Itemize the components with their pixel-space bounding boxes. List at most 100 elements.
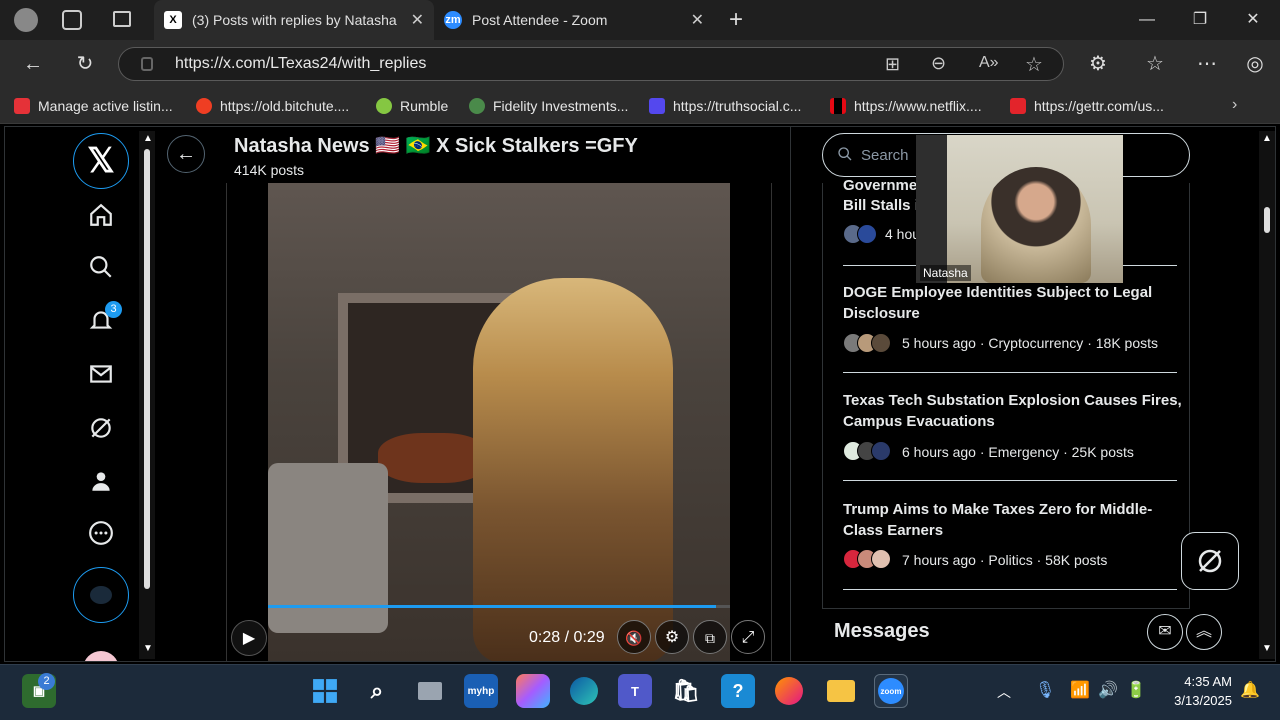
read-aloud-icon[interactable]: A» [979, 54, 999, 72]
copilot-taskbar-icon[interactable] [516, 674, 550, 708]
bookmark-bitchute[interactable]: https://old.bitchute.... [196, 96, 349, 116]
bookmark-fidelity[interactable]: Fidelity Investments... [469, 96, 628, 116]
more-options-icon[interactable] [88, 520, 114, 546]
new-tab-icon[interactable]: + [729, 6, 743, 34]
restore-icon[interactable]: ❐ [1185, 8, 1215, 32]
grok-icon[interactable] [88, 415, 114, 441]
bookmark-rumble[interactable]: Rumble [376, 96, 448, 116]
task-view-icon[interactable] [413, 674, 447, 708]
firefox-icon[interactable] [772, 674, 806, 708]
account-avatar[interactable] [83, 651, 119, 661]
messages-drawer-title[interactable]: Messages [834, 620, 930, 643]
grok-float-button[interactable] [1181, 532, 1239, 590]
tab-close-icon[interactable]: ✕ [691, 10, 704, 30]
myhp-icon[interactable]: myhp [464, 674, 498, 708]
settings-icon[interactable]: ⚙ [655, 620, 689, 654]
right-scrollbar[interactable]: ▲ ▼ [1259, 131, 1275, 659]
trend-title-1b[interactable]: Bill Stalls i [843, 195, 923, 216]
browser-tab-bar: X (3) Posts with replies by Natasha ✕ zm… [0, 0, 1280, 40]
messages-icon[interactable] [88, 361, 114, 387]
address-input[interactable]: https://x.com/LTexas24/with_replies ⊞ ⊖ … [118, 47, 1064, 81]
zoom-out-icon[interactable]: ⊖ [931, 53, 946, 74]
bookmark-gettr[interactable]: https://gettr.com/us... [1010, 96, 1164, 116]
bookmarks-overflow-icon[interactable]: › [1232, 96, 1237, 114]
x-page: 𝕏 3 ▲ ▼ ← Natasha News 🇺🇸 🇧🇷 X Sick Stal… [4, 126, 1276, 662]
tray-overflow-icon[interactable]: ︿ [997, 682, 1011, 702]
back-icon[interactable]: ← [20, 52, 46, 76]
back-button[interactable]: ← [167, 135, 205, 173]
trend-meta-2: 5 hours ago · Cryptocurrency · 18K posts [902, 335, 1159, 351]
volume-icon[interactable]: 🔊 [1098, 680, 1118, 700]
start-icon[interactable] [308, 674, 342, 708]
bookmark-netflix[interactable]: https://www.netflix.... [830, 96, 982, 116]
video-progress-track[interactable] [268, 605, 730, 608]
tab-zoom[interactable]: zm Post Attendee - Zoom ✕ [434, 0, 714, 40]
video-player[interactable] [268, 183, 730, 661]
trend-avatars [843, 441, 891, 461]
widgets-badge: 2 [38, 673, 55, 690]
tab-x-posts[interactable]: X (3) Posts with replies by Natasha ✕ [154, 0, 434, 40]
close-window-icon[interactable]: ✕ [1238, 8, 1268, 32]
file-explorer-icon[interactable] [824, 674, 858, 708]
x-favicon-icon: X [164, 11, 182, 29]
compose-icon [90, 586, 112, 604]
extensions-icon[interactable]: ⚙ [1085, 52, 1111, 76]
workspaces-icon[interactable] [62, 10, 82, 30]
fullscreen-icon[interactable]: ⤢ [731, 620, 765, 654]
rumble-icon [376, 98, 392, 114]
trend-title-4[interactable]: Trump Aims to Make Taxes Zero for Middle… [843, 499, 1183, 541]
notification-badge: 3 [105, 301, 122, 318]
apps-icon[interactable]: ⊞ [885, 54, 900, 75]
microphone-icon[interactable]: 🎙 [1035, 680, 1055, 700]
minimize-icon[interactable]: — [1132, 8, 1162, 32]
tab-label: (3) Posts with replies by Natasha [192, 12, 397, 28]
zoom-participant-video[interactable]: Natasha [916, 135, 1123, 283]
zoom-favicon-icon: zm [444, 11, 462, 29]
help-icon[interactable]: ? [721, 674, 755, 708]
favorite-star-icon[interactable]: ☆ [1025, 52, 1043, 77]
post-button[interactable] [73, 567, 129, 623]
store-icon[interactable]: 🛍 [669, 674, 703, 708]
trend-title-2[interactable]: DOGE Employee Identities Subject to Lega… [843, 282, 1183, 324]
mute-icon[interactable]: 🔇 [617, 620, 651, 654]
x-logo-icon[interactable]: 𝕏 [73, 133, 129, 189]
trend-avatars [843, 549, 891, 569]
battery-icon[interactable]: 🔋 [1126, 680, 1146, 700]
teams-icon[interactable]: T [618, 674, 652, 708]
edge-icon[interactable] [567, 674, 601, 708]
notification-center-icon[interactable]: 🔔 [1240, 680, 1260, 700]
left-scrollbar[interactable]: ▲ ▼ [139, 131, 155, 659]
explore-icon[interactable] [88, 254, 114, 280]
more-icon[interactable]: ⋯ [1194, 52, 1220, 76]
copilot-icon[interactable]: ◎ [1242, 52, 1268, 76]
reload-icon[interactable]: ↻ [72, 52, 98, 76]
zoom-taskbar-icon[interactable]: zoom [874, 674, 908, 708]
netflix-icon [830, 98, 846, 114]
bookmark-truthsocial[interactable]: https://truthsocial.c... [649, 96, 801, 116]
favorites-icon[interactable]: ☆ [1142, 52, 1168, 76]
trend-meta-4: 7 hours ago · Politics · 58K posts [902, 552, 1108, 568]
zoom-participant-label: Natasha [920, 265, 971, 281]
search-placeholder: Search [861, 147, 909, 164]
profile-nav-icon[interactable] [88, 468, 114, 494]
lock-icon [141, 57, 153, 71]
wifi-icon[interactable]: 📶 [1070, 680, 1090, 700]
trend-title-1[interactable]: Governme [843, 175, 923, 196]
play-button[interactable]: ▶ [231, 620, 267, 656]
tab-close-icon[interactable]: ✕ [411, 10, 424, 30]
pip-icon[interactable]: ⧉ [693, 620, 727, 654]
clock-time[interactable]: 4:35 AM [1178, 674, 1232, 689]
trend-title-3[interactable]: Texas Tech Substation Explosion Causes F… [843, 390, 1183, 432]
search-taskbar-icon[interactable]: ⌕ [360, 674, 394, 708]
trend-meta-1: 4 hou [885, 226, 921, 242]
zoom-participant-figure [981, 167, 1091, 283]
trend-divider [843, 589, 1177, 590]
search-icon [837, 146, 853, 167]
tab-actions-icon[interactable] [113, 11, 131, 27]
new-message-icon[interactable]: ✉ [1147, 614, 1183, 650]
clock-date[interactable]: 3/13/2025 [1164, 693, 1232, 708]
home-icon[interactable] [88, 202, 114, 228]
profile-icon[interactable] [14, 8, 38, 32]
expand-messages-icon[interactable]: ︽ [1186, 614, 1222, 650]
bookmark-ebay[interactable]: Manage active listin... [14, 96, 173, 116]
